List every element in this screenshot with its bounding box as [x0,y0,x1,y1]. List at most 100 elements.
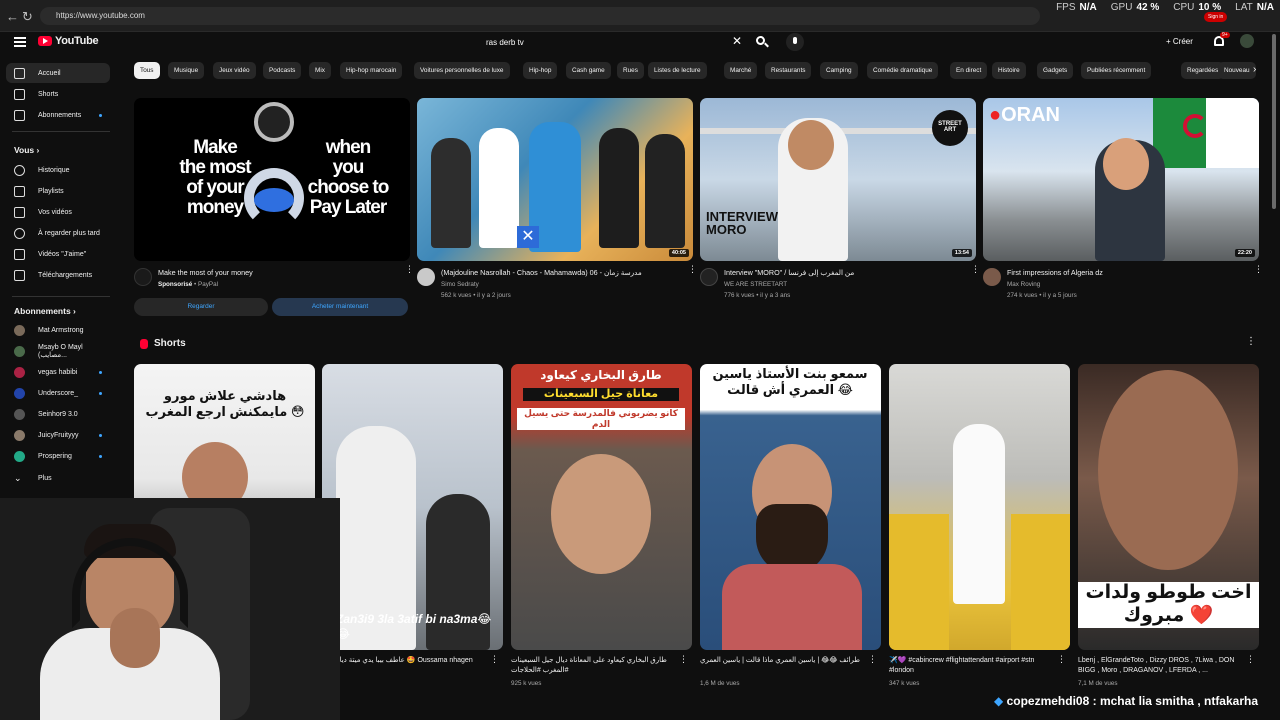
chip-hip-hop-marocain[interactable]: Hip-hop marocain [340,62,403,79]
chip-listes-de-lecture[interactable]: Listes de lecture [648,62,707,79]
account-avatar[interactable] [1240,34,1254,48]
chip-musique[interactable]: Musique [168,62,205,79]
video-thumbnail[interactable]: Make the most of your money when you choose t… [134,98,410,261]
short-title[interactable]: طارق البخاري كيعاود على المعاناة ديال جي… [511,656,681,678]
channel-avatar[interactable] [417,268,435,286]
create-button[interactable]: + Créer [1160,34,1199,50]
more-options-icon[interactable]: ⋮ [490,655,499,664]
short-thumbnail[interactable]: Zan3i9 3la 3atif bi na3ma😂😂 [322,364,503,650]
youtube-logo[interactable]: YouTube [38,35,99,47]
buy-now-button[interactable]: Acheter maintenant [272,298,408,316]
menu-icon[interactable] [14,37,26,47]
page-scrollbar[interactable] [1271,34,1277,214]
clear-search-icon[interactable]: ✕ [732,34,742,48]
video-thumbnail[interactable]: INTERVIEW MORO STREET ART 13:54 [700,98,976,261]
short-thumbnail[interactable]: طارق البخاري كيعاود معاناة جيل السبعينات… [511,364,692,650]
video-title[interactable]: (Majdouline Nasrollah - Chaos - Mahamawd… [441,268,681,277]
back-icon[interactable]: ← [6,9,19,24]
short-thumbnail[interactable] [889,364,1070,650]
chip-en-direct[interactable]: En direct [950,62,988,79]
sidebar-item-playlists[interactable]: Playlists [6,181,110,201]
video-title[interactable]: Interview "MORO" / من المغرب إلى فرنسا [724,268,964,277]
shorts-shelf-header: Shorts [140,338,186,349]
short-views: 925 k vues [511,680,542,687]
reload-icon[interactable]: ↻ [22,9,33,25]
more-options-icon[interactable]: ⋮ [1246,655,1255,664]
sidebar-subscription[interactable]: Underscore_ [6,383,110,403]
short-title[interactable]: ✈️💜 #cabincrew #flightattendant #airport… [889,656,1059,678]
short-title[interactable]: Lbenj , ElGrandeToto , Dizzy DROS , 7Liw… [1078,656,1248,678]
chip-hip-hop[interactable]: Hip-hop [523,62,558,79]
sidebar-item-home[interactable]: Accueil [6,63,110,83]
video-title[interactable]: Make the most of your money [158,268,398,277]
bow-illustration [254,188,294,212]
chat-badge-icon: ◆ [994,694,1004,708]
sidebar-show-more[interactable]: ⌄ Plus [6,468,110,488]
watch-ad-button[interactable]: Regarder [134,298,268,316]
chip-mix[interactable]: Mix [309,62,331,79]
chip-publi-es-r-cemment[interactable]: Publiées récemment [1081,62,1152,79]
sidebar-subscription[interactable]: JuicyFruityyy [6,425,110,445]
signin-chip[interactable]: Sign in [1204,12,1228,22]
sidebar-item-watch-later[interactable]: À regarder plus tard [6,223,110,243]
chip-gadgets[interactable]: Gadgets [1037,62,1074,79]
more-options-icon[interactable]: ⋮ [688,265,697,274]
more-options-icon[interactable]: ⋮ [679,655,688,664]
downloads-icon [14,269,25,281]
search-button[interactable] [754,34,770,50]
chip-jeux-vid-o[interactable]: Jeux vidéo [213,62,256,79]
sidebar-item-shorts[interactable]: Shorts [6,84,110,104]
liked-icon [14,248,25,260]
sidebar-item-liked[interactable]: Vidéos "J'aime" [6,244,110,264]
short-title[interactable]: عاطف بيبا يدي ميتة ديال كرو 🤩 Oussama nh… [322,656,492,678]
channel-avatar[interactable] [983,268,1001,286]
short-title[interactable]: طرائف 😂😂 | ياسين العمري ماذا قالت | ياسي… [700,656,870,678]
chip-histoire[interactable]: Histoire [992,62,1026,79]
chip-camping[interactable]: Camping [820,62,858,79]
chip-nouveau[interactable]: Nouveau [1218,62,1256,79]
more-options-icon[interactable]: ⋮ [868,655,877,664]
chip-restaurants[interactable]: Restaurants [765,62,812,79]
scrollbar-thumb[interactable] [1272,34,1276,209]
sidebar-item-your-videos[interactable]: Vos vidéos [6,202,110,222]
video-thumbnail[interactable]: ✕ 40:05 [417,98,693,261]
sidebar-item-subscriptions[interactable]: Abonnements [6,105,110,125]
search-input[interactable] [476,33,730,52]
video-title[interactable]: First impressions of Algeria dz [1007,268,1247,277]
more-options-icon[interactable]: ⋮ [1057,655,1066,664]
video-channel[interactable]: WE ARE STREETART [724,281,787,288]
sidebar-subscription[interactable]: Seinhor9 3.0 [6,404,110,424]
sidebar-item-history[interactable]: Historique [6,160,110,180]
notifications-icon[interactable]: 9+ [1214,32,1230,46]
address-bar[interactable]: https://www.youtube.com [40,7,1040,25]
algeria-flag [1153,98,1259,168]
sidebar-subscription[interactable]: vegas habibi [6,362,110,382]
sidebar-subscription[interactable]: Prospering [6,446,110,466]
short-caption-top: طارق البخاري كيعاود [531,368,671,383]
short-thumbnail[interactable]: اخت طوطو ولدات مبروك ❤️ [1078,364,1259,650]
chip-rues[interactable]: Rues [617,62,644,79]
more-options-icon[interactable]: ⋮ [1246,337,1256,347]
chip-podcasts[interactable]: Podcasts [263,62,302,79]
more-options-icon[interactable]: ⋮ [405,265,414,274]
sidebar-subscription[interactable]: Mat Armstrong [6,320,110,340]
paypal-avatar[interactable] [134,268,152,286]
chip-tous[interactable]: Tous [134,62,160,79]
voice-search-button[interactable] [786,33,804,51]
video-thumbnail[interactable]: ●ORAN 22:20 [983,98,1259,261]
sidebar-item-downloads[interactable]: Téléchargements [6,265,110,285]
sidebar-you-header[interactable]: Vous › [14,145,39,155]
sidebar-subscriptions-header[interactable]: Abonnements › [14,306,76,316]
chip-voitures-personnelles-de-luxe[interactable]: Voitures personnelles de luxe [414,62,510,79]
sidebar-subscription[interactable]: Msayb O Mayl (مصايب... [6,341,110,361]
short-thumbnail[interactable]: سمعو بنت الأستاذ ياسين العمري أش قالت 😂 [700,364,881,650]
more-options-icon[interactable]: ⋮ [1254,265,1263,274]
chip-com-die-dramatique[interactable]: Comédie dramatique [867,62,939,79]
more-options-icon[interactable]: ⋮ [971,265,980,274]
video-channel[interactable]: Simo Sedraty [441,281,479,288]
chevron-right-icon[interactable]: › [1253,64,1256,75]
chip-cash-game[interactable]: Cash game [566,62,611,79]
channel-avatar[interactable] [700,268,718,286]
chip-march-[interactable]: Marché [724,62,758,79]
video-channel[interactable]: Max Roving [1007,281,1040,288]
